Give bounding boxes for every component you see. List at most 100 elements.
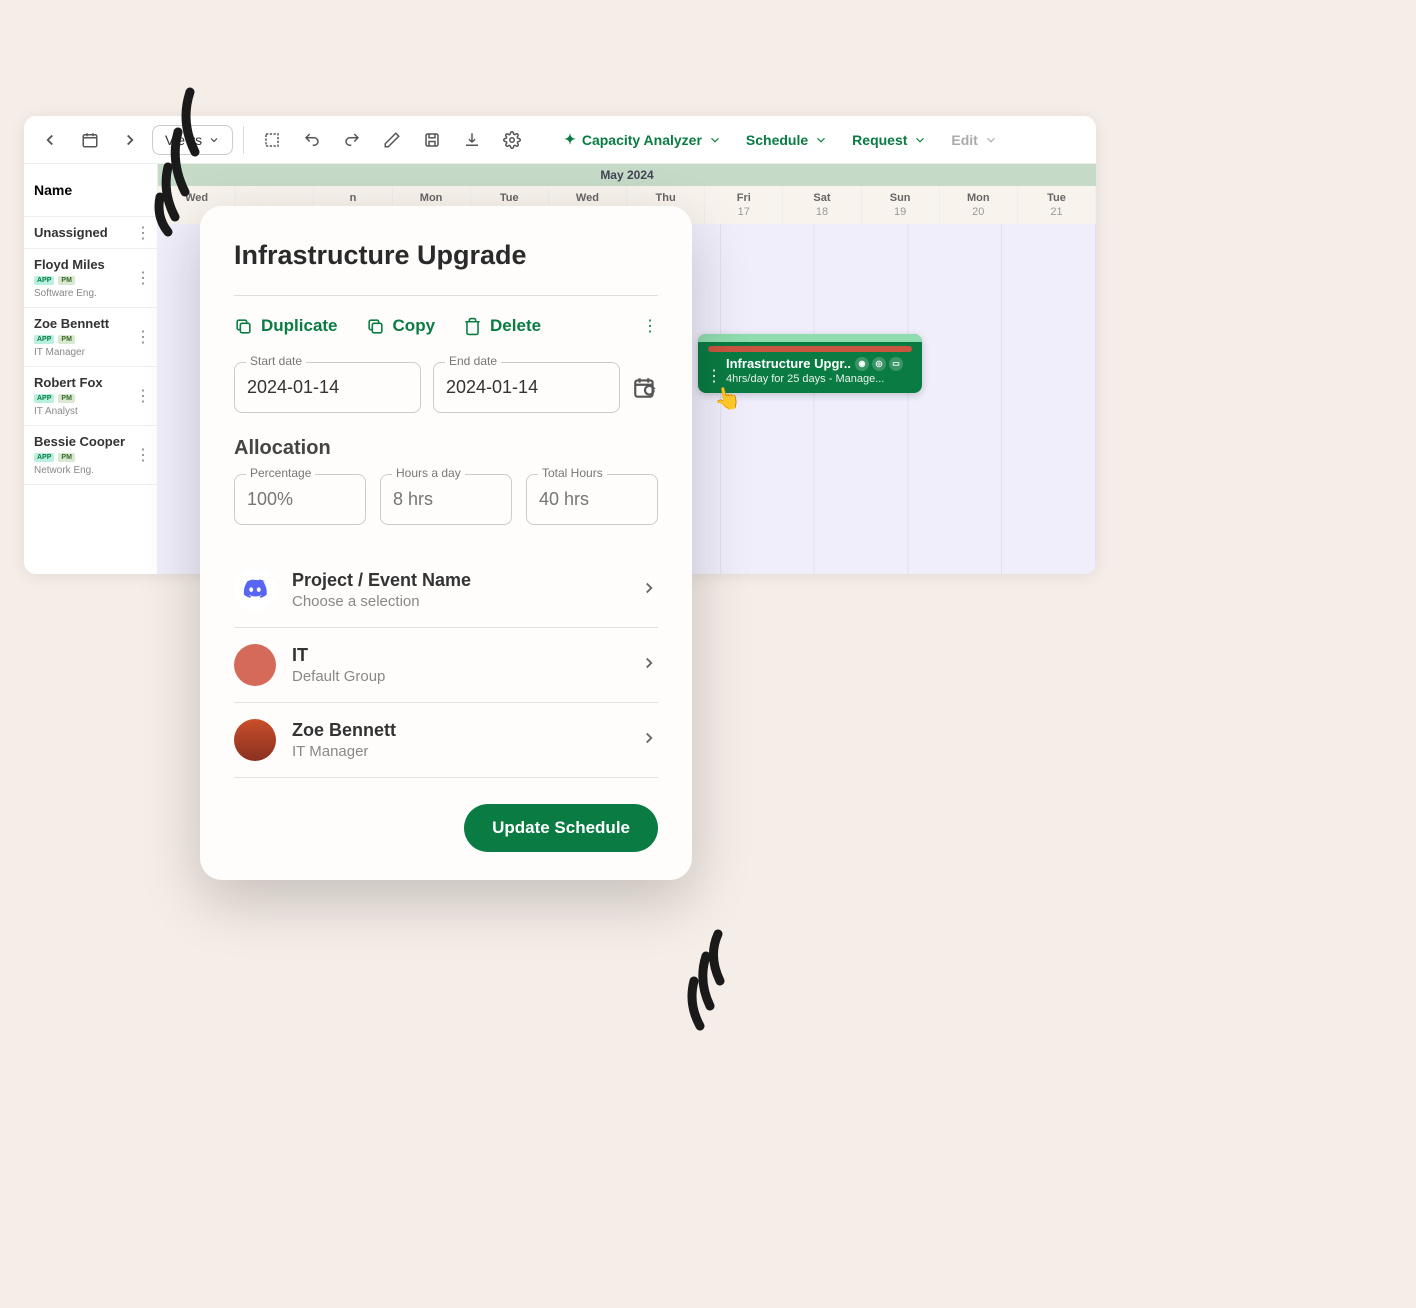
row-name: Unassigned [34,225,147,240]
next-button[interactable] [112,122,148,158]
sidebar-row[interactable]: Floyd Miles APP PM Software Eng.⋮ [24,249,157,308]
event-progress-bar [708,346,912,352]
sidebar-row[interactable]: Zoe BennettAPPPMIT Manager⋮ [24,308,157,367]
copy-icon [366,317,385,336]
end-date-field[interactable]: End date [433,362,620,413]
select-group-row[interactable]: IT Default Group [234,628,658,703]
group-color-icon [234,644,276,686]
group-subtitle: Default Group [292,668,624,685]
sparkle-icon: ✦ [564,131,576,148]
date-row: Start date End date [234,362,658,413]
capacity-analyzer-menu[interactable]: ✦ Capacity Analyzer [554,125,732,154]
hours-input[interactable] [380,474,512,525]
undo-icon[interactable] [294,122,330,158]
day-column: Fri17 [705,186,783,224]
prev-button[interactable] [32,122,68,158]
row-name: Robert Fox [34,375,147,390]
day-column: Tue21 [1018,186,1096,224]
edit-menu[interactable]: Edit [941,126,1007,154]
row-role: Software Eng. [34,288,147,299]
more-icon[interactable]: ⋮ [135,223,151,243]
redo-icon[interactable] [334,122,370,158]
person-subtitle: IT Manager [292,743,624,760]
edit-icon[interactable] [374,122,410,158]
more-icon[interactable]: ⋮ [135,268,151,288]
delete-button[interactable]: Delete [463,316,541,336]
total-hours-field[interactable]: Total Hours [526,474,658,525]
update-schedule-button[interactable]: Update Schedule [464,804,658,852]
settings-icon[interactable] [494,122,530,158]
tag: PM [58,335,75,344]
tag: APP [34,276,54,285]
start-date-input[interactable] [234,362,421,413]
duplicate-button[interactable]: Duplicate [234,316,338,336]
sidebar-header: Name ⋮ [24,164,157,217]
chevron-right-icon [640,729,658,752]
copy-button[interactable]: Copy [366,316,436,336]
total-hours-input[interactable] [526,474,658,525]
project-title: Project / Event Name [292,570,624,591]
end-date-input[interactable] [433,362,620,413]
event-top-bar [698,334,922,342]
row-name: Floyd Miles [34,257,147,272]
event-more-icon[interactable]: ⋮ [706,366,722,386]
toolbar: Views ✦ Capacity Analyzer Schedule Reque… [24,116,1096,164]
views-dropdown[interactable]: Views [152,125,233,155]
row-name: Zoe Bennett [34,316,147,331]
event-subtitle: 4hrs/day for 25 days - Manage... [726,373,914,385]
event-badge-icon: ◎ [872,357,886,371]
views-label: Views [165,132,202,148]
tag: PM [58,276,75,285]
project-subtitle: Choose a selection [292,593,624,610]
day-column: Sun19 [862,186,940,224]
calendar-icon-button[interactable] [72,122,108,158]
discord-icon [234,569,276,611]
chevron-right-icon [640,579,658,602]
month-header: May 2024 [158,164,1096,186]
percentage-field[interactable]: Percentage [234,474,366,525]
row-name: Bessie Cooper [34,434,147,449]
schedule-menu[interactable]: Schedule [736,126,838,154]
hours-field[interactable]: Hours a day [380,474,512,525]
row-role: IT Analyst [34,406,147,417]
chevron-right-icon [640,654,658,677]
cursor-hand-icon: 👆 [712,384,744,414]
more-icon[interactable]: ⋮ [135,386,151,406]
modal-title: Infrastructure Upgrade [234,240,658,271]
tag: APP [34,335,54,344]
select-person-row[interactable]: Zoe Bennett IT Manager [234,703,658,778]
more-icon[interactable]: ⋮ [135,445,151,465]
download-icon[interactable] [454,122,490,158]
group-title: IT [292,645,624,666]
percentage-input[interactable] [234,474,366,525]
event-title: Infrastructure Upgr.. [726,356,851,371]
more-icon[interactable]: ⋮ [642,316,658,336]
tag: PM [58,453,75,462]
toolbar-separator [243,126,244,154]
tag: PM [58,394,75,403]
sidebar: Name ⋮ Unassigned⋮Floyd MilesAPPPMSoftwa… [24,164,158,574]
select-icon[interactable] [254,122,290,158]
request-menu[interactable]: Request [842,126,937,154]
duplicate-icon [234,317,253,336]
save-icon[interactable] [414,122,450,158]
allocation-row: Percentage Hours a day Total Hours [234,474,658,525]
tag: APP [34,394,54,403]
person-title: Zoe Bennett [292,720,624,741]
event-badge-icon: ▭ [889,357,903,371]
avatar [234,719,276,761]
allocation-title: Allocation [234,437,658,460]
row-role: Network Eng. [34,465,147,476]
start-date-field[interactable]: Start date [234,362,421,413]
sidebar-row[interactable]: Unassigned⋮ [24,217,157,249]
sidebar-row[interactable]: Bessie Cooper APP PM Network Eng.⋮ [24,426,157,485]
calendar-reset-icon[interactable] [632,375,658,401]
event-badges: ◉ ◎ ▭ [855,357,903,371]
day-column: Sat18 [783,186,861,224]
decorative-scribble [678,926,748,1051]
day-column: Mon20 [940,186,1018,224]
tag: APP [34,453,54,462]
more-icon[interactable]: ⋮ [135,327,151,347]
sidebar-row[interactable]: Robert Fox APP PM IT Analyst⋮ [24,367,157,426]
select-project-row[interactable]: Project / Event Name Choose a selection [234,553,658,628]
